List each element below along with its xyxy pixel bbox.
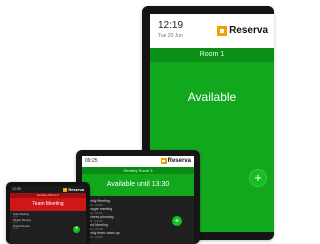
medium-tablet-device: 09:25 Reserva Hendey Room 3 Available un…	[76, 150, 200, 244]
brand-name: Reserva	[229, 25, 268, 36]
room-status: Available until 13:30	[82, 174, 194, 196]
reserva-logo-icon	[160, 158, 167, 164]
brand-logo: Reserva	[217, 25, 268, 36]
list-item[interactable]: Manager meeting 10:30 - 11:00	[85, 207, 194, 215]
brand-logo: Reserva	[160, 158, 191, 164]
header-bar: 09:25 Reserva	[82, 156, 194, 167]
meeting-time: 15:00 - 16:00	[85, 235, 103, 239]
clock-time: 12:05	[12, 187, 21, 191]
brand-name: Reserva	[68, 187, 84, 192]
clock-date: Tue 20 Jun	[158, 33, 183, 39]
header-bar: 12:05 Reserva	[10, 186, 86, 193]
clock-time: 09:25	[85, 158, 98, 164]
room-status: Team Meeting	[10, 198, 86, 211]
clock-time: 12:19	[158, 20, 184, 31]
list-item[interactable]: Weekly Meeting 09:30 - 10:00	[85, 199, 194, 207]
add-booking-button[interactable]: +	[250, 170, 266, 186]
brand-name: Reserva	[167, 158, 191, 164]
list-item[interactable]: Weekly team catch-up 15:00 - 16:00	[85, 231, 194, 239]
small-tablet-device: 12:05 Reserva Hendey Room 2 Team Meeting…	[6, 182, 90, 244]
add-booking-button[interactable]: +	[172, 216, 182, 226]
room-name: Hendey Room 3	[82, 167, 194, 174]
room-status: Available	[187, 90, 237, 104]
add-booking-button[interactable]: +	[73, 226, 80, 233]
header-bar: 12:19 Tue 20 Jun Reserva	[150, 14, 274, 48]
reserva-logo-icon	[217, 25, 228, 36]
brand-logo: Reserva	[63, 187, 84, 192]
small-tablet-screen: 12:05 Reserva Hendey Room 2 Team Meeting…	[10, 186, 86, 244]
reserva-logo-icon	[63, 187, 68, 192]
room-name: Room 1	[150, 48, 274, 62]
medium-tablet-screen: 09:25 Reserva Hendey Room 3 Available un…	[82, 156, 194, 244]
product-showcase: 12:19 Tue 20 Jun Reserva Room 1 Availabl…	[0, 0, 274, 244]
